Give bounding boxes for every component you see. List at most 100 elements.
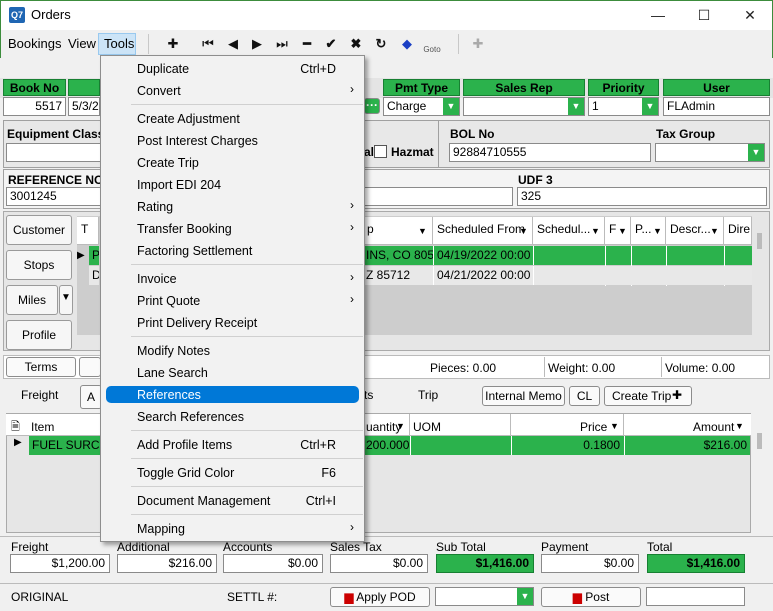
filter-icon: ▼ — [591, 226, 600, 236]
document-icon: 🗎 — [11, 421, 20, 433]
menu-item-modify-notes[interactable]: Modify Notes — [137, 344, 210, 358]
menu-item-post-interest-charges[interactable]: Post Interest Charges — [137, 134, 258, 148]
tab-additional[interactable]: A — [80, 385, 102, 409]
grid-col-direction[interactable]: Dire... — [724, 217, 752, 245]
internal-memo-button[interactable]: Internal Memo — [482, 386, 565, 406]
menu-item-factoring-settlement[interactable]: Factoring Settlement — [137, 244, 252, 258]
payment-field[interactable]: $0.00 — [541, 554, 639, 573]
menu-item-search-references[interactable]: Search References — [137, 410, 244, 424]
table-cell: FUEL SURCH — [32, 438, 101, 452]
post-button[interactable]: ▆ Post — [541, 587, 641, 607]
menu-item-toggle-grid-color[interactable]: Toggle Grid Color — [137, 466, 234, 480]
chevron-down-icon[interactable]: ▼ — [748, 144, 764, 161]
table-cell: 0.1800 — [511, 436, 623, 455]
book-no-field[interactable]: 5517 — [3, 97, 66, 116]
menu-item-create-trip[interactable]: Create Trip — [137, 156, 199, 170]
chevron-down-icon[interactable]: ▼ — [642, 98, 658, 115]
table-cell[interactable]: Z 85712 — [363, 266, 433, 285]
chevron-down-icon[interactable]: ▼ — [568, 98, 584, 115]
priority-header: Priority — [588, 79, 659, 96]
menu-item-mapping[interactable]: Mapping — [137, 522, 185, 536]
menu-tools[interactable]: Tools — [104, 36, 134, 51]
tab-trip[interactable]: Trip — [418, 388, 438, 402]
grid-col-item[interactable]: Item — [31, 420, 54, 434]
grid-col-type[interactable]: T — [77, 217, 99, 245]
profile-button[interactable]: Profile — [6, 320, 72, 350]
next-record-icon[interactable]: ▶ — [247, 35, 267, 53]
payment-label: Payment — [541, 540, 589, 554]
tag-icon[interactable]: ◆ — [397, 35, 417, 53]
udf3-field[interactable]: 325 — [517, 187, 767, 206]
miles-dropdown-icon[interactable]: ▼ — [59, 285, 73, 315]
ellipsis-button[interactable]: ··· — [364, 98, 380, 114]
menu-item-transfer-booking[interactable]: Transfer Booking — [137, 222, 232, 236]
table-row[interactable]: P — [89, 246, 99, 265]
menu-item-add-profile-items[interactable]: Add Profile Items — [137, 438, 232, 452]
grid-scrollbar[interactable] — [757, 433, 762, 449]
menu-item-references[interactable]: References — [137, 388, 201, 402]
table-cell[interactable]: 04/19/2022 00:00 — [433, 246, 533, 265]
menu-item-document-management[interactable]: Document Management — [137, 494, 270, 508]
menu-item-create-adjustment[interactable]: Create Adjustment — [137, 112, 240, 126]
menu-bookings[interactable]: Bookings — [8, 36, 61, 51]
freight-total-field[interactable]: $1,200.00 — [10, 554, 110, 573]
grid-col-scheduled-from[interactable]: Scheduled From — [433, 217, 533, 245]
add-icon[interactable]: ✚ — [163, 35, 183, 53]
app-logo-icon: Q7 — [9, 7, 25, 23]
menu-item-import-edi[interactable]: Import EDI 204 — [137, 178, 221, 192]
first-record-icon[interactable]: ⏮ — [198, 35, 218, 53]
menu-item-invoice[interactable]: Invoice — [137, 272, 177, 286]
sales-rep-select[interactable] — [463, 97, 585, 116]
summary-button[interactable] — [79, 357, 101, 377]
tab-accounts[interactable]: ts — [364, 388, 373, 402]
menu-item-rating[interactable]: Rating — [137, 200, 173, 214]
minimize-button[interactable]: — — [635, 0, 681, 30]
table-cell[interactable]: INS, CO 80553 — [363, 246, 433, 265]
sales-tax-field[interactable]: $0.00 — [330, 554, 428, 573]
close-button[interactable]: ✕ — [727, 0, 773, 30]
last-record-icon[interactable]: ⏭ — [272, 35, 292, 53]
grid-col-uom[interactable]: UOM — [413, 420, 441, 434]
customer-button[interactable]: Customer — [6, 215, 72, 245]
table-cell[interactable]: 04/21/2022 00:00 — [433, 266, 533, 285]
cl-button[interactable]: CL — [569, 386, 600, 406]
post-field[interactable] — [646, 587, 745, 606]
date-field[interactable]: 5/3/2 — [68, 97, 100, 116]
bol-no-field[interactable]: 92884710555 — [449, 143, 651, 162]
apply-pod-button[interactable]: ▆ Apply POD — [330, 587, 430, 607]
stops-button[interactable]: Stops — [6, 250, 72, 280]
tab-freight[interactable]: Freight — [21, 388, 58, 402]
weight-label: Weight: 0.00 — [548, 361, 616, 375]
hazmat-checkbox[interactable] — [374, 145, 387, 158]
delete-icon[interactable]: ━ — [297, 35, 317, 53]
grid-col-amount[interactable]: Amount — [693, 420, 734, 434]
menu-item-lane-search[interactable]: Lane Search — [137, 366, 208, 380]
reference-field-2[interactable] — [363, 187, 513, 206]
menu-item-convert[interactable]: Convert — [137, 84, 181, 98]
grid-scrollbar[interactable] — [757, 233, 762, 249]
menu-view[interactable]: View — [68, 36, 96, 51]
goto-icon[interactable]: Goto — [422, 35, 442, 54]
submenu-arrow-icon: › — [350, 82, 354, 96]
accounts-total-field[interactable]: $0.00 — [223, 554, 323, 573]
additional-total-field[interactable]: $216.00 — [117, 554, 217, 573]
miles-button[interactable]: Miles — [6, 285, 58, 315]
menu-item-print-delivery-receipt[interactable]: Print Delivery Receipt — [137, 316, 257, 330]
chevron-down-icon[interactable]: ▼ — [443, 98, 459, 115]
user-field[interactable]: FLAdmin — [663, 97, 770, 116]
refresh-icon[interactable]: ↻ — [371, 35, 391, 53]
grid-col-price[interactable]: Price — [580, 420, 607, 434]
equipment-class-field[interactable] — [6, 143, 102, 162]
table-row[interactable]: D — [89, 266, 99, 285]
terms-button[interactable]: Terms — [6, 357, 76, 377]
save-icon[interactable]: ✔ — [321, 35, 341, 53]
prev-record-icon[interactable]: ◀ — [223, 35, 243, 53]
chevron-down-icon[interactable]: ▼ — [517, 588, 533, 605]
maximize-button[interactable]: ☐ — [681, 0, 727, 30]
menu-item-print-quote[interactable]: Print Quote — [137, 294, 200, 308]
menu-item-duplicate[interactable]: Duplicate — [137, 62, 189, 76]
cancel-icon[interactable]: ✖ — [346, 35, 366, 53]
reference-no-field[interactable]: 3001245 — [6, 187, 102, 206]
expand-icon[interactable]: ✚ — [468, 35, 488, 53]
filter-icon: ▼ — [618, 226, 627, 236]
